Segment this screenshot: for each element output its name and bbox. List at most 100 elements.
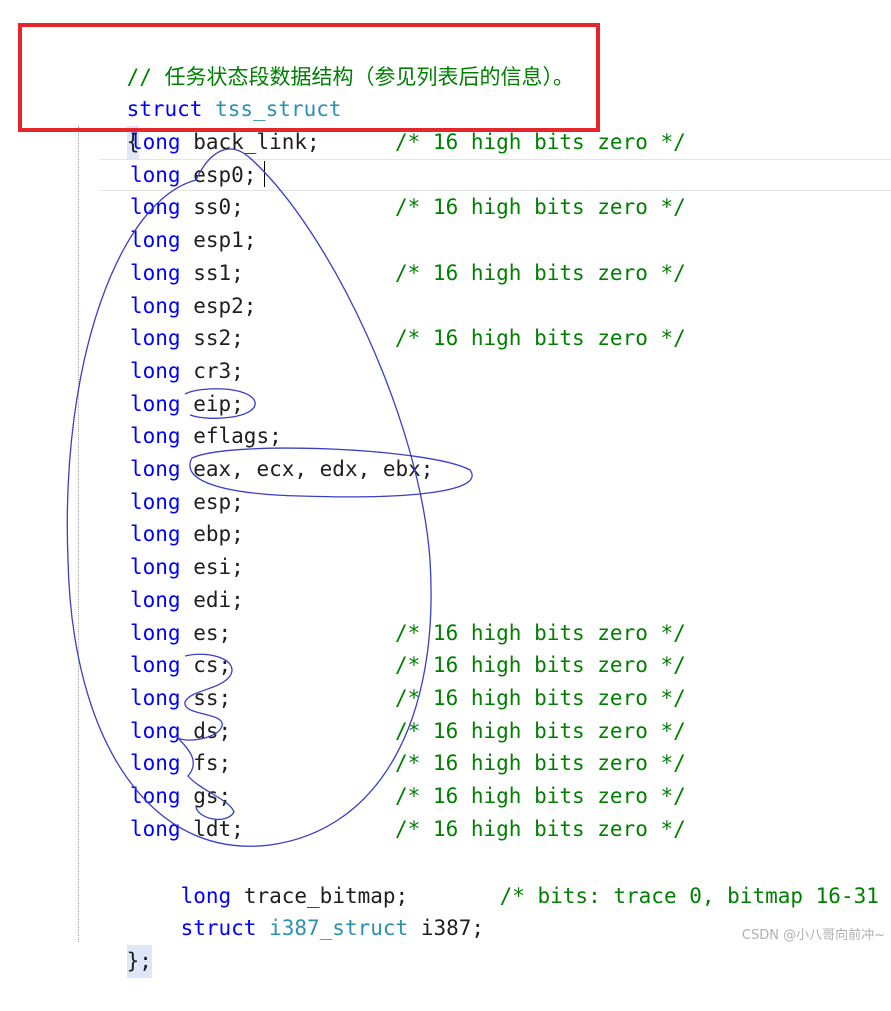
indent-guide: [78, 126, 79, 942]
member-type: long: [130, 751, 181, 775]
member-comment-line: /* 16 high bits zero */: [395, 715, 686, 748]
member-line: long esp;: [130, 486, 244, 519]
member-line: long ds;: [130, 715, 231, 748]
member-type: long: [130, 130, 181, 154]
member-type: long: [130, 490, 181, 514]
member-line: long esp1;: [130, 224, 256, 257]
member-name: back_link;: [193, 130, 320, 154]
member-comment: /* 16 high bits zero */: [395, 130, 686, 154]
member-comment-line: /* 16 high bits zero */: [395, 191, 686, 224]
member-type: long: [130, 424, 181, 448]
member-name: ss1;: [193, 261, 244, 285]
member-type: long: [130, 653, 181, 677]
member-type: long: [130, 719, 181, 743]
text-caret: [264, 161, 265, 187]
member-type: long: [130, 294, 181, 318]
member-line: long ss2;: [130, 322, 244, 355]
member-type: long: [130, 555, 181, 579]
member-comment-line: /* 16 high bits zero */: [395, 682, 686, 715]
member-name: cr3;: [193, 359, 244, 383]
member-comment: /* 16 high bits zero */: [395, 326, 686, 350]
member-comment: /* 16 high bits zero */: [395, 751, 686, 775]
member-comment-line: /* 16 high bits zero */: [395, 257, 686, 290]
member-comment: /* 16 high bits zero */: [395, 686, 686, 710]
member-comment: /* 16 high bits zero */: [395, 621, 686, 645]
member-line: long esi;: [130, 551, 244, 584]
member-line: long cr3;: [130, 355, 244, 388]
member-comment-line: /* 16 high bits zero */: [395, 780, 686, 813]
member-line: long esp2;: [130, 290, 256, 323]
trace-bitmap-comment-line: /* bits: trace 0, bitmap 16-31 */: [449, 847, 891, 908]
member-type: long: [130, 817, 181, 841]
member-line: long esp0;: [130, 159, 256, 192]
member-type: long: [130, 326, 181, 350]
member-type: long: [130, 195, 181, 219]
member-comment: /* bits: trace 0, bitmap 16-31 */: [499, 884, 891, 908]
member-line: long eip;: [130, 388, 244, 421]
highlight-box: [18, 23, 600, 132]
member-name: edi;: [193, 588, 244, 612]
member-type: long: [130, 784, 181, 808]
member-type: long: [130, 392, 181, 416]
member-name: gs;: [193, 784, 232, 808]
member-type: long: [130, 686, 181, 710]
member-comment: /* 16 high bits zero */: [395, 719, 686, 743]
member-line: long ss1;: [130, 257, 244, 290]
member-line: long gs;: [130, 780, 231, 813]
member-comment: /* 16 high bits zero */: [395, 653, 686, 677]
member-line: long ldt;: [130, 813, 244, 846]
member-type: long: [130, 621, 181, 645]
member-name: es;: [193, 621, 232, 645]
member-type: long: [130, 522, 181, 546]
member-name: ss0;: [193, 195, 244, 219]
member-type: long: [130, 261, 181, 285]
member-name: ebp;: [193, 522, 244, 546]
member-name: eax, ecx, edx, ebx;: [193, 457, 434, 481]
member-name: ss;: [193, 686, 232, 710]
watermark: CSDN @小八哥向前冲~: [741, 928, 885, 943]
close-brace: };: [126, 945, 152, 978]
member-line: long es;: [130, 617, 231, 650]
member-comment-line: /* 16 high bits zero */: [395, 617, 686, 650]
member-line: long ss;: [130, 682, 231, 715]
member-line: long cs;: [130, 649, 231, 682]
struct-keyword: struct: [180, 916, 257, 940]
member-type: long: [130, 359, 181, 383]
member-name: i387;: [420, 916, 485, 940]
member-type: long: [130, 457, 181, 481]
member-name: ss2;: [193, 326, 244, 350]
member-comment-line: /* 16 high bits zero */: [395, 649, 686, 682]
member-line: long edi;: [130, 584, 244, 617]
member-comment-line: /* 16 high bits zero */: [395, 747, 686, 780]
member-name: ds;: [193, 719, 232, 743]
member-name: esp2;: [193, 294, 257, 318]
code-editor[interactable]: // 任务状态段数据结构（参见列表后的信息）。 struct tss_struc…: [0, 0, 891, 978]
member-comment: /* 16 high bits zero */: [395, 195, 686, 219]
member-comment: /* 16 high bits zero */: [395, 261, 686, 285]
member-line: long eflags;: [130, 420, 282, 453]
member-name: esp;: [193, 490, 244, 514]
member-type: long: [130, 163, 181, 187]
member-type: long: [130, 228, 181, 252]
member-name: cs;: [193, 653, 232, 677]
member-type: long: [130, 588, 181, 612]
member-comment: /* 16 high bits zero */: [395, 817, 686, 841]
member-name: esp0;: [193, 163, 257, 187]
member-name: eflags;: [193, 424, 282, 448]
member-line: long ss0;: [130, 191, 244, 224]
member-comment: /* 16 high bits zero */: [395, 784, 686, 808]
member-name: eip;: [193, 392, 244, 416]
trace-bitmap-line: long trace_bitmap;: [130, 847, 409, 908]
member-name: fs;: [193, 751, 232, 775]
member-name: esi;: [193, 555, 244, 579]
i387-line: struct i387_struct i387;: [130, 879, 484, 940]
member-line: long ebp;: [130, 518, 244, 551]
member-name: esp1;: [193, 228, 257, 252]
member-type: i387_struct: [269, 916, 409, 940]
close-brace-line: };: [76, 912, 152, 978]
member-name: ldt;: [193, 817, 244, 841]
member-line: long fs;: [130, 747, 231, 780]
member-comment-line: /* 16 high bits zero */: [395, 322, 686, 355]
member-comment-line: /* 16 high bits zero */: [395, 813, 686, 846]
member-line: long eax, ecx, edx, ebx;: [130, 453, 433, 486]
